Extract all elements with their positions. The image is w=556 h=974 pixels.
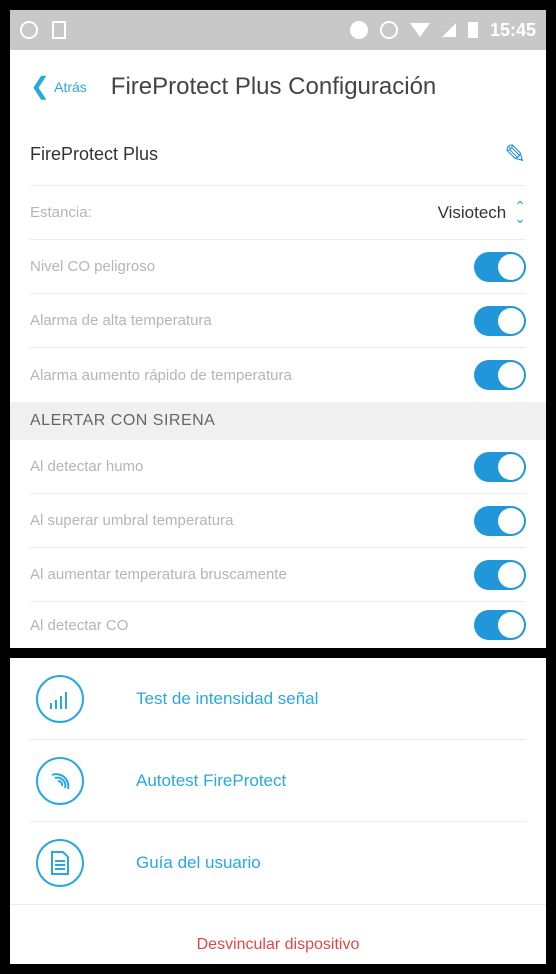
co-level-toggle[interactable] [474,251,526,282]
back-label: Atrás [54,79,87,95]
device-name-row: FireProtect Plus ✎ [30,124,526,186]
estancia-select[interactable]: Visiotech ⌃ ⌄ [437,198,526,226]
whatsapp-icon [20,21,38,39]
siren-row: Al aumentar temperatura bruscamente [30,548,526,602]
setting-row: Alarma de alta temperatura [30,294,526,348]
page-title: FireProtect Plus Configuración [110,73,437,100]
estancia-label: Estancia: [30,204,92,221]
siren-smoke-toggle[interactable] [474,451,526,482]
setting-row: Nivel CO peligroso [30,240,526,294]
autotest-label[interactable]: Autotest FireProtect [136,771,286,791]
siren-label: Al detectar CO [30,616,129,634]
dnd-icon [349,21,368,39]
setting-label: Alarma de alta temperatura [30,312,212,329]
signal-test-label[interactable]: Test de intensidad señal [136,689,318,709]
document-icon [36,839,84,887]
chevron-updown-icon: ⌃ ⌄ [514,198,526,226]
wifi-icon [409,23,430,37]
siren-label: Al aumentar temperatura bruscamente [30,566,287,583]
estancia-value: Visiotech [437,202,507,222]
battery-icon [467,22,478,38]
siren-row: Al detectar CO [30,602,526,648]
action-row-signal-test[interactable]: Test de intensidad señal [30,658,526,740]
app-frame: 15:45 ❮ Atrás FireProtect Plus Configura… [10,10,546,964]
rapid-temp-toggle[interactable] [474,360,526,390]
status-time: 15:45 [489,19,536,40]
action-row-user-guide[interactable]: Guía del usuario [30,822,526,904]
setting-row: Alarma aumento rápido de temperatura [30,348,526,402]
chevron-left-icon: ❮ [30,73,51,100]
back-button[interactable]: ❮ Atrás [30,75,87,99]
notification-icon [52,21,66,39]
siren-row: Al detectar humo [30,440,526,494]
nav-bar: ❮ Atrás FireProtect Plus Configuración [10,50,546,124]
unlink-device-button[interactable]: Desvincular dispositivo [10,904,546,964]
siren-threshold-toggle[interactable] [474,505,526,536]
siren-row: Al superar umbral temperatura [30,494,526,548]
signal-strength-icon [441,23,456,37]
action-row-autotest[interactable]: Autotest FireProtect [30,740,526,822]
high-temp-toggle[interactable] [474,305,526,336]
device-name: FireProtect Plus [30,144,159,164]
siren-co-toggle[interactable] [474,610,526,640]
siren-label: Al superar umbral temperatura [30,512,234,529]
estancia-row[interactable]: Estancia: Visiotech ⌃ ⌄ [30,186,526,240]
status-bar: 15:45 [10,10,546,50]
pencil-icon[interactable]: ✎ [504,139,526,170]
siren-section-header: ALERTAR CON SIRENA [10,402,546,440]
siren-rapid-temp-toggle[interactable] [474,559,526,590]
setting-label: Alarma aumento rápido de temperatura [30,366,292,384]
alarm-icon [379,21,398,39]
divider [10,648,546,658]
user-guide-label[interactable]: Guía del usuario [136,853,261,873]
setting-label: Nivel CO peligroso [30,258,156,275]
siren-label: Al detectar humo [30,458,144,475]
autotest-icon [36,756,84,805]
signal-icon [36,674,84,723]
